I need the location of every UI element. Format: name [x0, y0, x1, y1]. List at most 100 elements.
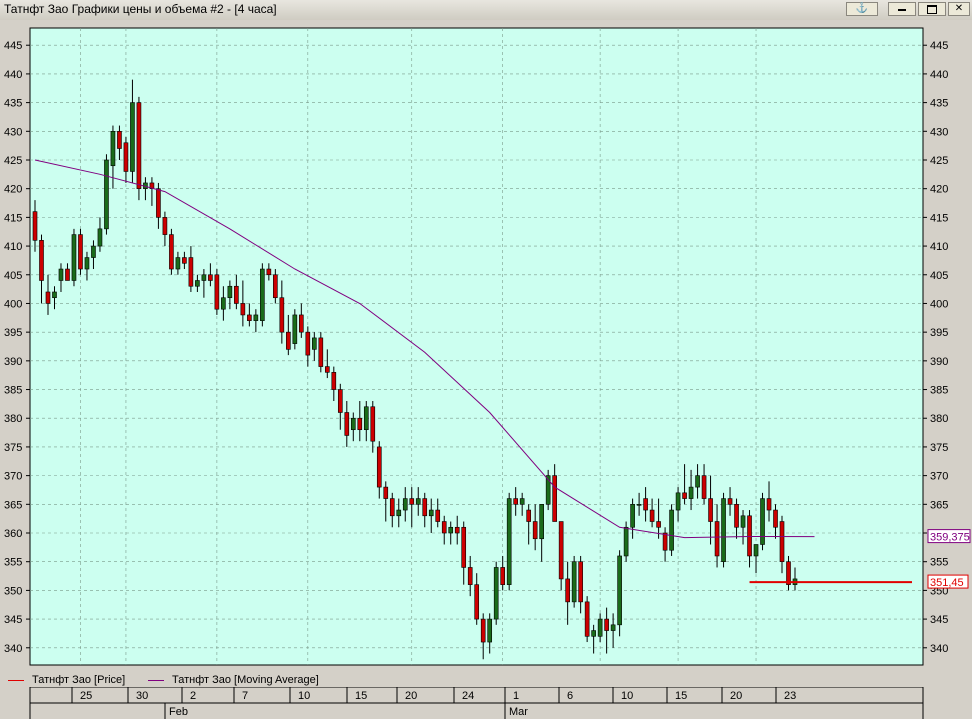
candle-up	[396, 509, 402, 517]
maximize-button[interactable]	[918, 2, 946, 16]
candle-up	[688, 486, 694, 499]
y-tick-label-right: 355	[930, 557, 948, 569]
price-chart[interactable]: 340 345 350 355 360 365 370 375 380 385 390 395 400 4…	[0, 20, 972, 673]
candle-up	[591, 630, 596, 637]
y-tick-label-right: 425	[930, 155, 948, 167]
candle-down	[734, 504, 739, 528]
last-price-tag: 351,45	[927, 574, 969, 589]
candle-down	[389, 498, 395, 517]
candle-down	[682, 492, 687, 499]
candle-up	[104, 159, 109, 230]
y-tick-label-right: 420	[930, 184, 948, 196]
y-tick-label-right: 395	[930, 327, 948, 339]
candle-down	[558, 521, 564, 580]
y-tick-label-left: 380	[4, 413, 22, 425]
close-button[interactable]: ✕	[948, 2, 970, 16]
y-tick-label-right: 390	[930, 356, 948, 368]
candle-down	[708, 498, 713, 522]
candle-up	[402, 498, 408, 511]
candle-down	[467, 567, 473, 585]
candle-down	[344, 412, 350, 436]
y-tick-label-left: 435	[4, 98, 22, 110]
candle-down	[409, 498, 415, 505]
candle-down	[370, 406, 376, 442]
minimize-icon	[898, 9, 906, 11]
candle-down	[305, 331, 311, 356]
candle-down	[656, 521, 661, 528]
candle-up	[487, 618, 493, 643]
candle-down	[441, 521, 447, 534]
month-label: Feb	[169, 706, 188, 718]
candle-down	[604, 618, 609, 631]
candle-down	[318, 337, 324, 367]
y-tick-label-left: 385	[4, 385, 22, 397]
candle-down	[331, 372, 337, 390]
candle-up	[428, 509, 434, 517]
y-tick-label-left: 410	[4, 241, 22, 253]
candle-down	[266, 268, 272, 276]
candle-up	[669, 509, 674, 551]
candle-down	[65, 268, 70, 281]
candle-down	[578, 561, 583, 603]
legend-price-swatch	[8, 680, 24, 681]
candle-down	[552, 475, 557, 522]
candle-up	[415, 498, 421, 505]
candle-up	[350, 417, 356, 431]
anchor-button[interactable]: ⚓	[846, 2, 878, 16]
date-tick-label: 20	[405, 690, 417, 702]
candle-up	[363, 406, 369, 431]
candle-up	[91, 245, 96, 258]
candle-up	[52, 291, 57, 299]
candle-up	[221, 297, 226, 310]
candle-down	[500, 567, 506, 585]
candle-down	[162, 217, 168, 235]
candle-up	[675, 492, 681, 511]
candle-down	[773, 509, 778, 528]
candle-up	[110, 130, 116, 167]
minimize-button[interactable]	[888, 2, 916, 16]
candle-down	[480, 618, 486, 643]
candle-down	[383, 486, 389, 499]
date-tick-label: 24	[462, 690, 474, 702]
window-title: Татнфт Зао Графики цены и объема #2 - [4…	[4, 2, 277, 16]
legend-ma-swatch	[148, 680, 164, 681]
date-tick-label: 1	[513, 690, 519, 702]
y-tick-label-right: 410	[930, 241, 948, 253]
candle-down	[376, 446, 382, 488]
y-tick-label-left: 400	[4, 298, 22, 310]
date-tick-label: 10	[621, 690, 633, 702]
y-tick-label-right: 375	[930, 442, 948, 454]
y-tick-label-right: 365	[930, 499, 948, 511]
candle-down	[188, 257, 194, 287]
candle-up	[740, 515, 746, 528]
candle-up	[610, 624, 616, 631]
title-bar: Татнфт Зао Графики цены и объема #2 - [4…	[0, 0, 972, 21]
candle-down	[565, 578, 570, 603]
legend-ma-label: Татнфт Зао [Moving Average]	[172, 674, 319, 686]
candle-up	[71, 234, 77, 281]
date-tick-label: 30	[136, 690, 148, 702]
anchor-icon: ⚓	[855, 3, 869, 14]
y-tick-label-right: 340	[930, 643, 948, 655]
candle-down	[727, 498, 733, 505]
candle-down	[584, 601, 590, 637]
candle-down	[279, 297, 285, 333]
candle-down	[701, 475, 707, 499]
month-label: Mar	[509, 706, 528, 718]
date-tick-label: 23	[784, 690, 796, 702]
date-tick-label: 20	[730, 690, 742, 702]
candle-down	[454, 526, 460, 534]
candle-down	[234, 285, 239, 304]
date-tick-label: 10	[298, 690, 310, 702]
y-tick-label-left: 390	[4, 356, 22, 368]
candle-down	[117, 130, 122, 149]
candle-down	[123, 142, 129, 172]
y-tick-label-right: 405	[930, 270, 948, 282]
candle-up	[201, 274, 207, 281]
candle-up	[227, 285, 233, 299]
candle-down	[32, 211, 38, 241]
candle-down	[299, 314, 304, 333]
y-tick-label-left: 360	[4, 528, 22, 540]
candle-down	[747, 515, 752, 557]
candle-down	[357, 417, 363, 431]
